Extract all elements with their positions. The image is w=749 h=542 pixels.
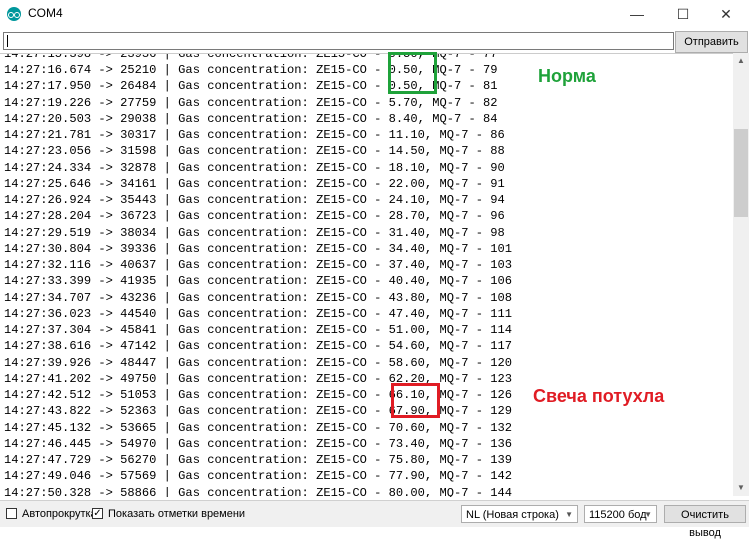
baud-rate-select[interactable]: 115200 бод ▼ [584, 505, 657, 523]
serial-line: 14:27:36.023 -> 44540 | Gas concentratio… [4, 306, 513, 321]
normal-highlight-box [388, 52, 437, 94]
window-title: COM4 [28, 6, 63, 20]
scroll-up-arrow-icon[interactable]: ▲ [733, 53, 749, 69]
autoscroll-checkbox[interactable] [6, 508, 17, 519]
scrollbar-thumb[interactable] [734, 129, 748, 217]
line-ending-select[interactable]: NL (Новая строка) ▼ [461, 505, 578, 523]
serial-output[interactable]: 14:27:15.398 -> 23936 | Gas concentratio… [0, 53, 733, 497]
serial-line: 14:27:46.445 -> 54970 | Gas concentratio… [4, 436, 513, 451]
serial-line: 14:27:26.924 -> 35443 | Gas concentratio… [4, 193, 505, 207]
serial-line: 14:27:38.616 -> 47142 | Gas concentratio… [4, 339, 513, 354]
serial-line: 14:27:24.334 -> 32878 | Gas concentratio… [4, 160, 505, 175]
send-input[interactable] [3, 32, 674, 50]
close-button[interactable]: ✕ [703, 0, 749, 28]
status-bar: Автопрокрутка ✓ Показать отметки времени… [0, 500, 749, 539]
serial-line: 14:27:37.304 -> 45841 | Gas concentratio… [4, 323, 513, 337]
line-ending-value: NL (Новая строка) [466, 509, 559, 521]
scroll-down-arrow-icon[interactable]: ▼ [733, 480, 749, 496]
arduino-icon [7, 7, 21, 21]
serial-line: 14:27:34.707 -> 43236 | Gas concentratio… [4, 290, 513, 305]
normal-annotation: Норма [538, 66, 596, 86]
serial-line: 14:27:28.204 -> 36723 | Gas concentratio… [4, 209, 505, 224]
title-bar: COM4 — ☐ ✕ [0, 0, 749, 28]
send-button[interactable]: Отправить [675, 31, 748, 53]
timestamps-checkbox[interactable]: ✓ [92, 508, 103, 519]
serial-line: 14:27:32.116 -> 40637 | Gas concentratio… [4, 258, 513, 272]
candle-out-highlight-box [391, 383, 440, 418]
serial-line: 14:27:25.646 -> 34161 | Gas concentratio… [4, 176, 505, 191]
serial-line: 14:27:49.046 -> 57569 | Gas concentratio… [4, 469, 513, 484]
chevron-down-icon: ▼ [565, 510, 573, 519]
serial-line: 14:27:39.926 -> 48447 | Gas concentratio… [4, 355, 513, 370]
serial-line: 14:27:50.328 -> 58866 | Gas concentratio… [4, 485, 513, 498]
serial-line: 14:27:45.132 -> 53665 | Gas concentratio… [4, 420, 513, 435]
serial-line: 14:27:33.399 -> 41935 | Gas concentratio… [4, 274, 513, 289]
serial-line: 14:27:23.056 -> 31598 | Gas concentratio… [4, 144, 505, 159]
serial-line: 14:27:47.729 -> 56270 | Gas concentratio… [4, 453, 513, 467]
autoscroll-label: Автопрокрутка [22, 508, 97, 520]
vertical-scrollbar[interactable]: ▲ ▼ [733, 53, 749, 496]
serial-line: 14:27:21.781 -> 30317 | Gas concentratio… [4, 128, 505, 142]
candle-out-annotation: Свеча потухла [533, 386, 665, 406]
minimize-button[interactable]: — [614, 0, 660, 28]
serial-line: 14:27:30.804 -> 39336 | Gas concentratio… [4, 241, 513, 256]
baud-rate-value: 115200 бод [589, 509, 647, 521]
serial-line: 14:27:20.503 -> 29038 | Gas concentratio… [4, 111, 498, 126]
maximize-button[interactable]: ☐ [660, 0, 706, 28]
chevron-down-icon: ▼ [644, 510, 652, 519]
serial-line: 14:27:29.519 -> 38034 | Gas concentratio… [4, 225, 505, 240]
serial-line: 14:27:19.226 -> 27759 | Gas concentratio… [4, 95, 498, 110]
timestamps-label: Показать отметки времени [108, 508, 246, 520]
clear-output-button[interactable]: Очистить вывод [664, 505, 746, 539]
